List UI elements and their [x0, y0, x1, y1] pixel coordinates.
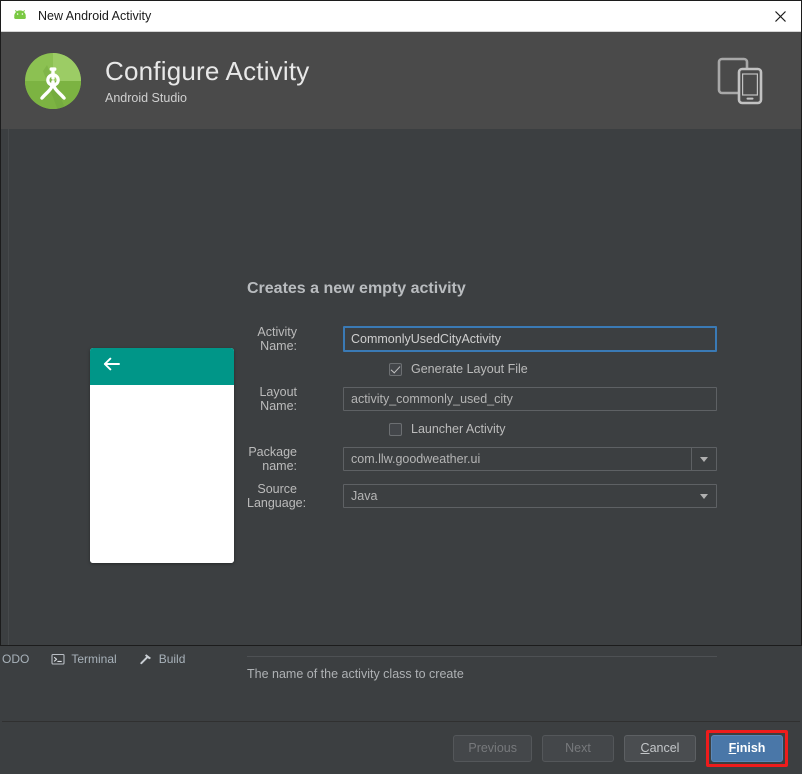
activity-name-input[interactable]: [343, 326, 717, 352]
generate-layout-file-checkbox[interactable]: [389, 363, 402, 376]
tablet-and-phone-icon: [717, 55, 771, 107]
layout-name-control: [343, 387, 717, 411]
dialog-header: Configure Activity Android Studio: [1, 32, 801, 129]
package-name-value: com.llw.goodweather.ui: [344, 452, 691, 466]
launcher-activity-row[interactable]: Launcher Activity: [247, 422, 717, 436]
dialog-title: New Android Activity: [38, 9, 151, 23]
dialog-title-bar: New Android Activity: [1, 1, 801, 32]
package-name-label: Package name:: [247, 445, 343, 473]
source-language-combobox[interactable]: Java: [343, 484, 717, 508]
package-name-dropdown-button[interactable]: [691, 448, 716, 470]
activity-preview: [90, 348, 234, 563]
terminal-icon: [51, 652, 65, 666]
section-title: Creates a new empty activity: [247, 280, 466, 298]
status-item-todo[interactable]: ODO: [2, 652, 29, 666]
source-language-label: Source Language:: [247, 482, 343, 510]
dialog-button-bar: Previous Next Cancel Finish: [1, 722, 801, 774]
layout-name-input[interactable]: [343, 387, 717, 411]
close-icon: [774, 10, 787, 23]
header-text-block: Configure Activity Android Studio: [105, 56, 309, 105]
layout-name-row: Layout Name:: [247, 385, 717, 413]
helper-text: The name of the activity class to create: [247, 667, 464, 681]
launcher-activity-label: Launcher Activity: [411, 422, 506, 436]
build-label: Build: [159, 652, 186, 666]
close-button[interactable]: [759, 1, 801, 32]
chevron-down-icon: [700, 457, 708, 462]
cancel-button[interactable]: Cancel: [624, 735, 696, 762]
previous-button[interactable]: Previous: [453, 735, 532, 762]
activity-config-form: Activity Name: Generate Layout File Layo…: [247, 325, 717, 519]
finish-rest: inish: [736, 741, 765, 755]
finish-button[interactable]: Finish: [711, 735, 783, 762]
status-item-build[interactable]: Build: [139, 652, 186, 666]
header-title: Configure Activity: [105, 56, 309, 87]
cancel-rest: ancel: [650, 741, 680, 755]
finish-button-wrapper: Finish: [706, 730, 788, 767]
left-rail-divider: [8, 129, 9, 645]
activity-name-control: [343, 326, 717, 352]
android-robot-icon: [11, 7, 29, 25]
dialog-body: Creates a new empty activity Activity Na…: [1, 129, 801, 645]
generate-layout-file-label: Generate Layout File: [411, 362, 528, 376]
preview-content-area: [90, 385, 234, 563]
helper-divider: [247, 656, 717, 657]
todo-label: ODO: [2, 652, 29, 666]
package-name-control: com.llw.goodweather.ui: [343, 447, 717, 471]
activity-name-row: Activity Name:: [247, 325, 717, 353]
status-item-terminal[interactable]: Terminal: [51, 652, 116, 666]
preview-app-bar: [90, 348, 234, 385]
android-studio-logo-icon: [23, 51, 83, 111]
package-name-row: Package name: com.llw.goodweather.ui: [247, 445, 717, 473]
chevron-down-icon: [700, 494, 708, 499]
launcher-activity-checkbox[interactable]: [389, 423, 402, 436]
source-language-value: Java: [344, 489, 692, 503]
header-subtitle: Android Studio: [105, 91, 309, 105]
layout-name-label: Layout Name:: [247, 385, 343, 413]
new-android-activity-dialog: New Android Activity: [0, 0, 802, 646]
cancel-mnemonic: C: [641, 741, 650, 755]
source-language-control: Java: [343, 484, 717, 508]
back-arrow-icon: [102, 356, 121, 377]
hammer-icon: [139, 652, 153, 666]
source-language-dropdown-button[interactable]: [692, 485, 716, 507]
terminal-label: Terminal: [71, 652, 116, 666]
source-language-row: Source Language: Java: [247, 482, 717, 510]
finish-mnemonic: F: [729, 741, 737, 755]
package-name-combobox[interactable]: com.llw.goodweather.ui: [343, 447, 717, 471]
next-button[interactable]: Next: [542, 735, 614, 762]
activity-name-label: Activity Name:: [247, 325, 343, 353]
generate-layout-file-row[interactable]: Generate Layout File: [247, 362, 717, 376]
